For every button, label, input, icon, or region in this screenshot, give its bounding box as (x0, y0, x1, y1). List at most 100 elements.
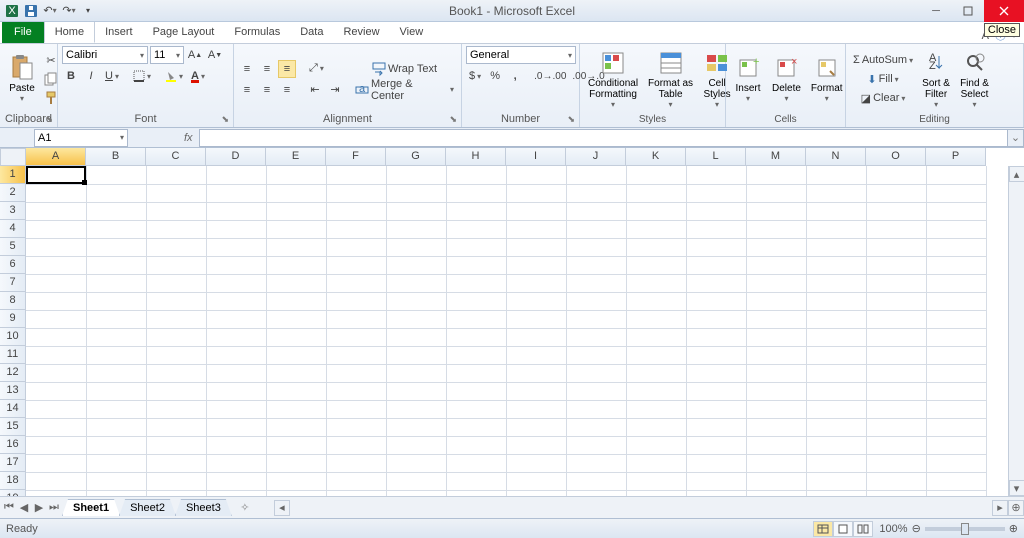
column-header[interactable]: J (566, 148, 626, 166)
column-header[interactable]: M (746, 148, 806, 166)
cell[interactable] (86, 472, 146, 490)
cell[interactable] (746, 184, 806, 202)
zoom-level[interactable]: 100% (879, 523, 907, 535)
cell[interactable] (386, 274, 446, 292)
fx-icon[interactable]: fx (178, 132, 199, 144)
cell[interactable] (206, 238, 266, 256)
row-header[interactable]: 7 (0, 274, 26, 292)
cell[interactable] (686, 238, 746, 256)
cell[interactable] (86, 490, 146, 496)
delete-cells-button[interactable]: ×Delete▾ (768, 52, 805, 106)
cell[interactable] (686, 256, 746, 274)
cell[interactable] (86, 166, 146, 184)
tab-file[interactable]: File (2, 21, 44, 43)
cell[interactable] (686, 364, 746, 382)
increase-indent-icon[interactable]: ⇥ (326, 81, 344, 99)
cell[interactable] (86, 400, 146, 418)
cell[interactable] (626, 292, 686, 310)
column-header[interactable]: E (266, 148, 326, 166)
cell[interactable] (506, 364, 566, 382)
select-all-button[interactable] (0, 148, 26, 166)
cell[interactable] (686, 400, 746, 418)
cell[interactable] (686, 274, 746, 292)
column-header[interactable]: O (866, 148, 926, 166)
row-header[interactable]: 4 (0, 220, 26, 238)
cell[interactable] (146, 238, 206, 256)
number-launcher-icon[interactable]: ⬊ (567, 114, 575, 125)
cell[interactable] (206, 292, 266, 310)
cell[interactable] (806, 328, 866, 346)
cell[interactable] (326, 364, 386, 382)
clipboard-launcher-icon[interactable]: ⬊ (45, 114, 53, 125)
cell[interactable] (86, 418, 146, 436)
cell[interactable] (926, 418, 986, 436)
cell[interactable] (866, 184, 926, 202)
autosum-button[interactable]: Σ AutoSum ▾ (850, 51, 916, 69)
cell[interactable] (326, 310, 386, 328)
cell[interactable] (866, 418, 926, 436)
cell[interactable] (506, 490, 566, 496)
percent-format-button[interactable]: % (486, 67, 504, 85)
cell[interactable] (446, 328, 506, 346)
sheet-next-icon[interactable]: ▶ (32, 501, 46, 515)
cell[interactable] (866, 400, 926, 418)
cell[interactable] (26, 490, 86, 496)
cell[interactable] (386, 184, 446, 202)
cell[interactable] (86, 346, 146, 364)
undo-icon[interactable]: ↶▾ (42, 3, 58, 19)
column-header[interactable]: D (206, 148, 266, 166)
cell[interactable] (506, 256, 566, 274)
cell[interactable] (386, 238, 446, 256)
align-center-icon[interactable]: ≡ (258, 81, 276, 99)
cell[interactable] (926, 292, 986, 310)
cell[interactable] (566, 454, 626, 472)
cell[interactable] (26, 184, 86, 202)
cell[interactable] (446, 292, 506, 310)
cell[interactable] (866, 328, 926, 346)
cell[interactable] (506, 310, 566, 328)
cell[interactable] (146, 454, 206, 472)
cell[interactable] (566, 346, 626, 364)
cell[interactable] (926, 382, 986, 400)
row-header[interactable]: 11 (0, 346, 26, 364)
cell[interactable] (206, 436, 266, 454)
cell[interactable] (386, 220, 446, 238)
cell[interactable] (446, 400, 506, 418)
sheet-tab[interactable]: Sheet1 (62, 499, 120, 516)
cell[interactable] (446, 454, 506, 472)
cell[interactable] (146, 310, 206, 328)
cell[interactable] (806, 490, 866, 496)
redo-icon[interactable]: ↷▾ (61, 3, 77, 19)
cell[interactable] (926, 400, 986, 418)
conditional-formatting-button[interactable]: Conditional Formatting▾ (584, 47, 642, 112)
cell[interactable] (806, 454, 866, 472)
cell[interactable] (266, 238, 326, 256)
cell[interactable] (206, 472, 266, 490)
tab-formulas[interactable]: Formulas (224, 21, 290, 43)
resize-handle-icon[interactable]: ⊕ (1008, 500, 1024, 516)
cell[interactable] (326, 400, 386, 418)
cell[interactable] (686, 202, 746, 220)
cell[interactable] (446, 472, 506, 490)
cell[interactable] (806, 418, 866, 436)
cell[interactable] (746, 472, 806, 490)
cell[interactable] (506, 274, 566, 292)
cell[interactable] (506, 346, 566, 364)
cell[interactable] (386, 418, 446, 436)
cell[interactable] (266, 490, 326, 496)
align-right-icon[interactable]: ≡ (278, 81, 296, 99)
align-bottom-icon[interactable]: ≡ (278, 60, 296, 78)
cell[interactable] (326, 220, 386, 238)
cell[interactable] (686, 166, 746, 184)
cell[interactable] (806, 400, 866, 418)
scroll-up-icon[interactable]: ▴ (1009, 166, 1024, 182)
normal-view-button[interactable] (813, 521, 833, 537)
cell[interactable] (686, 346, 746, 364)
sheet-prev-icon[interactable]: ◀ (17, 501, 31, 515)
cell[interactable] (866, 364, 926, 382)
column-header[interactable]: C (146, 148, 206, 166)
row-header[interactable]: 5 (0, 238, 26, 256)
row-header[interactable]: 15 (0, 418, 26, 436)
tab-insert[interactable]: Insert (95, 21, 143, 43)
increase-decimal-button[interactable]: .0→.00 (532, 67, 568, 85)
